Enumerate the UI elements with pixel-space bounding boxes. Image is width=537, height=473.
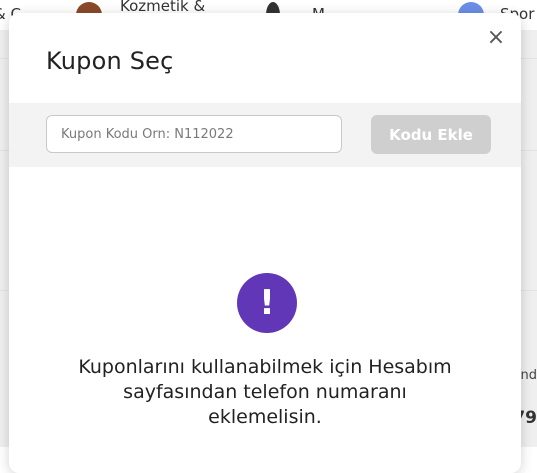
modal-title: Kupon Seç <box>46 47 174 75</box>
add-code-button[interactable]: Kodu Ekle <box>371 115 491 154</box>
coupon-modal: Kupon Seç × Kodu Ekle ! Kuponlarını kull… <box>9 13 521 473</box>
coupon-code-input[interactable] <box>46 115 342 153</box>
background-text: nd <box>521 368 537 383</box>
close-icon[interactable]: × <box>485 27 507 49</box>
phone-required-message: Kuponlarını kullanabilmek için Hesabım s… <box>69 355 461 430</box>
coupon-entry-bar: Kodu Ekle <box>9 103 521 167</box>
exclamation-icon: ! <box>237 273 297 333</box>
